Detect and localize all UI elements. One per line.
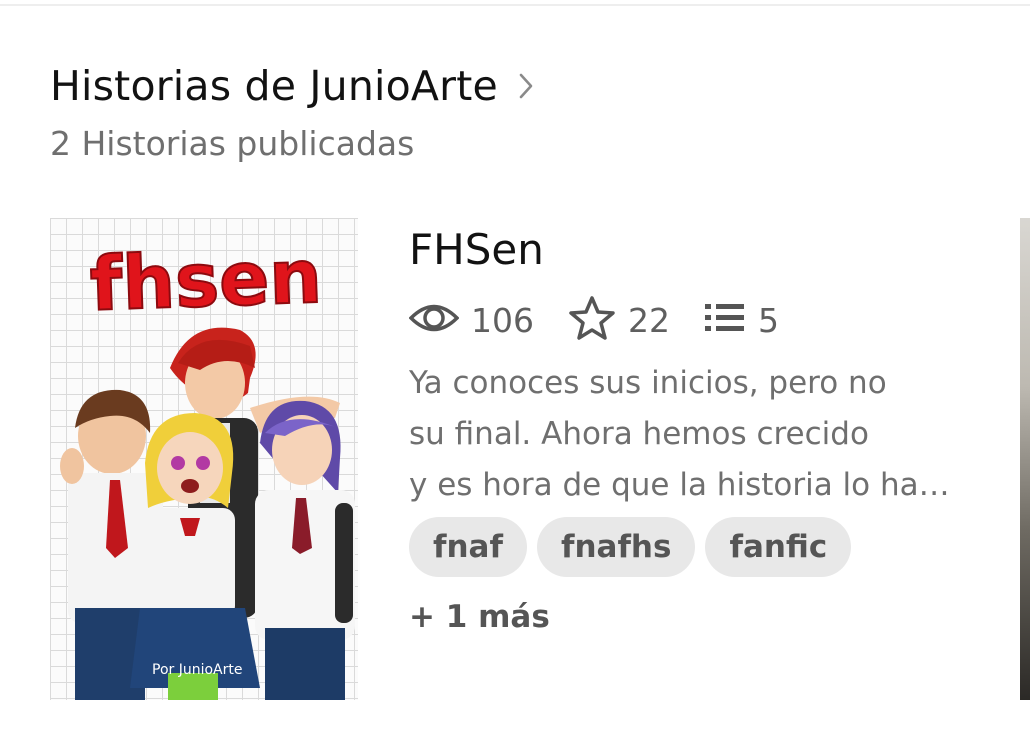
tag-fnaf[interactable]: fnaf <box>409 517 527 577</box>
parts-stat: 5 <box>704 301 779 340</box>
stories-section: Historias de JunioArte 2 Historias publi… <box>0 0 1030 748</box>
star-icon <box>568 295 616 345</box>
cover-title-art: fhsen <box>89 234 324 328</box>
votes-count: 22 <box>628 300 670 340</box>
list-icon <box>704 301 746 339</box>
character-purplehair <box>255 400 355 700</box>
description-line: su final. Ahora hemos crecido <box>409 416 869 452</box>
section-subtitle: 2 Historias publicadas <box>50 124 415 163</box>
section-header[interactable]: Historias de JunioArte <box>50 62 534 110</box>
section-title[interactable]: Historias de JunioArte <box>50 62 498 110</box>
tag-fanfic[interactable]: fanfic <box>705 517 852 577</box>
more-tags-link[interactable]: + 1 más <box>409 599 969 635</box>
divider <box>0 4 1030 6</box>
chevron-right-icon[interactable] <box>518 72 534 104</box>
tag-fnafhs[interactable]: fnafhs <box>536 517 696 577</box>
story-description: Ya conoces sus inicios, pero no su final… <box>409 358 969 511</box>
votes-stat: 22 <box>568 295 670 345</box>
description-line: Ya conoces sus inicios, pero no <box>409 365 887 401</box>
story-title[interactable]: FHSen <box>409 222 969 278</box>
next-story-cover-peek[interactable] <box>1020 218 1030 700</box>
story-stats: 106 22 5 <box>408 294 969 346</box>
eye-icon <box>408 301 460 339</box>
description-line: y es hora de que la historia lo ha… <box>409 467 950 503</box>
views-count: 106 <box>471 300 534 340</box>
cover-credit: Por JunioArte <box>152 662 242 678</box>
views-stat: 106 <box>408 300 534 340</box>
story-card[interactable]: FHSen 106 22 5 Ya conoces sus inicios, p… <box>408 222 969 635</box>
story-cover-image[interactable]: fhsen Por JunioArte <box>50 218 358 700</box>
tag-list: fnaf fnafhs fanfic <box>409 517 969 577</box>
parts-count: 5 <box>758 300 779 340</box>
